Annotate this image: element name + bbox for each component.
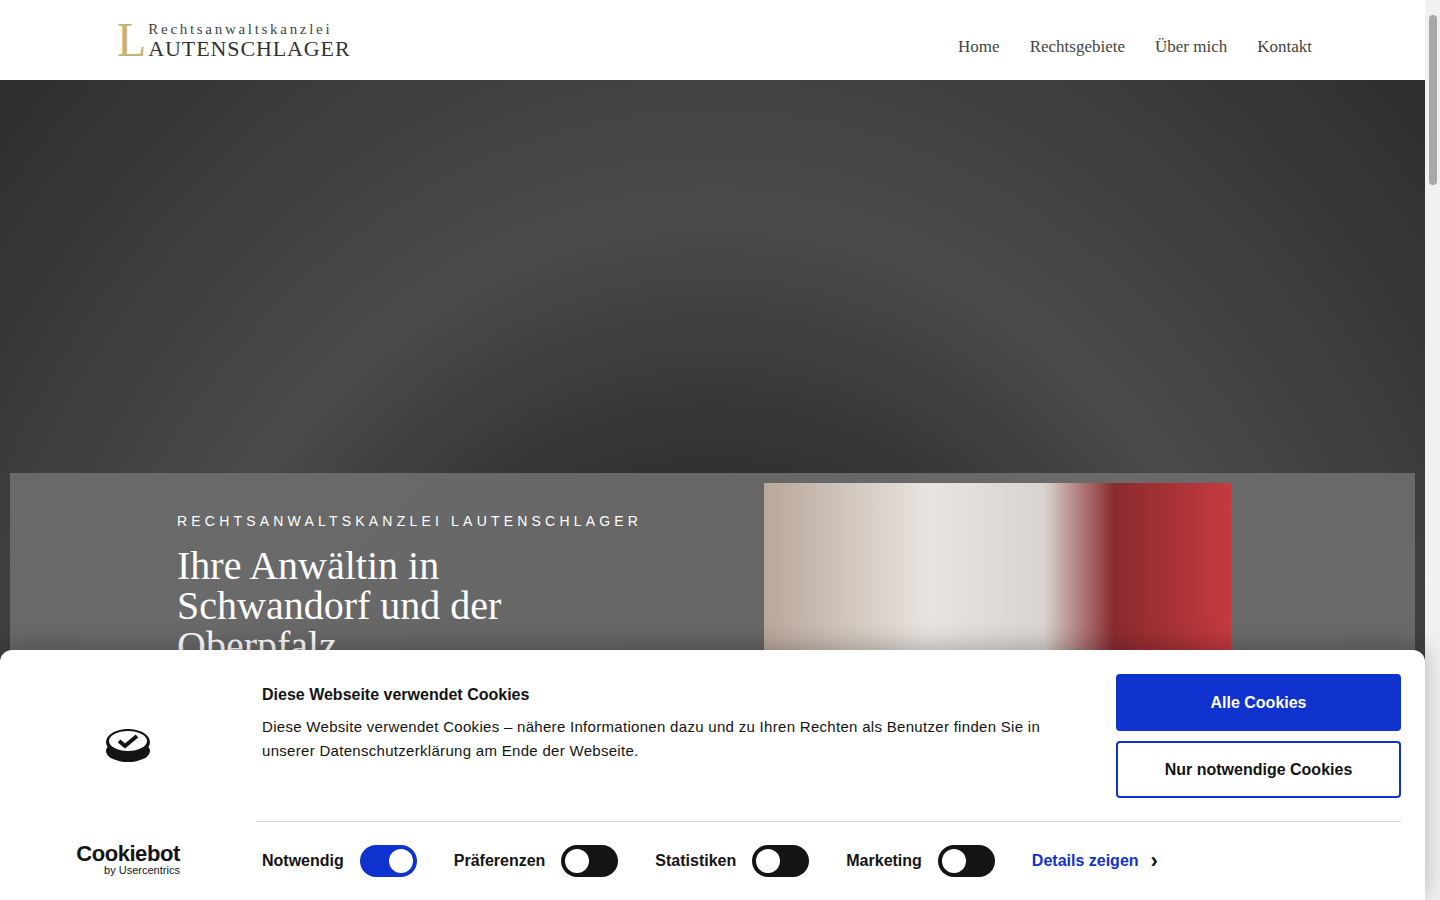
cookiebot-brand[interactable]: Cookiebotby Usercentrics	[76, 843, 180, 876]
main-nav: Home Rechtsgebiete Über mich Kontakt	[958, 20, 1312, 60]
toggle-knob	[942, 849, 966, 873]
toggle-switch[interactable]	[561, 845, 618, 877]
nav-item[interactable]: Home	[958, 34, 1000, 60]
toggle-knob	[389, 849, 413, 873]
logo-bottom: AUTENSCHLAGER	[148, 38, 350, 60]
cookie-toggle[interactable]: Marketing	[846, 845, 995, 877]
toggle-knob	[565, 849, 589, 873]
chevron-icon: ›	[1151, 850, 1158, 872]
toggle-label: Statistiken	[655, 849, 736, 873]
toggle-switch[interactable]	[752, 845, 809, 877]
cookie-title: Diese Webseite verwendet Cookies	[262, 683, 1076, 707]
logo-initial: L	[117, 20, 146, 60]
nav-item[interactable]: Kontakt	[1257, 34, 1312, 60]
cookie-toggle[interactable]: Statistiken	[655, 845, 809, 877]
logo-top: Rechtsanwaltskanzlei	[148, 20, 350, 38]
scrollbar[interactable]	[1425, 0, 1440, 900]
toggle-label: Notwendig	[262, 849, 344, 873]
page: LRechtsanwaltskanzleiAUTENSCHLAGER Home Re…	[0, 0, 1440, 900]
hero-heading: Ihre Anwältin in Schwandorf und der Ober…	[177, 546, 597, 666]
cookie-toggle[interactable]: Präferenzen	[454, 845, 619, 877]
accept-all-button[interactable]: Alle Cookies	[1116, 674, 1401, 731]
cookie-text: Diese Website verwendet Cookies – nähere…	[262, 715, 1062, 763]
nav-item[interactable]: Über mich	[1155, 34, 1227, 60]
divider	[256, 821, 1401, 822]
header: LRechtsanwaltskanzleiAUTENSCHLAGER Home Re…	[0, 0, 1425, 80]
toggle-label: Präferenzen	[454, 849, 546, 873]
toggle-row: Notwendig Präferenzen Statistiken Marketing…	[256, 822, 1401, 900]
toggle-switch[interactable]	[938, 845, 995, 877]
hero-eyebrow: RECHTSANWALTSKANZLEI LAUTENSCHLAGER	[177, 511, 764, 532]
necessary-only-button[interactable]: Nur notwendige Cookies	[1116, 741, 1401, 798]
details-link[interactable]: Details zeigen›	[1032, 849, 1158, 873]
scrollbar-thumb[interactable]	[1429, 15, 1437, 185]
cookie-banner: Cookiebotby Usercentrics Diese Webseite v…	[0, 650, 1425, 900]
cookiebot-icon	[104, 726, 152, 764]
toggle-knob	[756, 849, 780, 873]
nav-item[interactable]: Rechtsgebiete	[1030, 34, 1125, 60]
logo[interactable]: LRechtsanwaltskanzleiAUTENSCHLAGER	[117, 20, 350, 60]
toggle-label: Marketing	[846, 849, 922, 873]
cookie-toggle[interactable]: Notwendig	[262, 845, 417, 877]
toggle-switch[interactable]	[360, 845, 417, 877]
